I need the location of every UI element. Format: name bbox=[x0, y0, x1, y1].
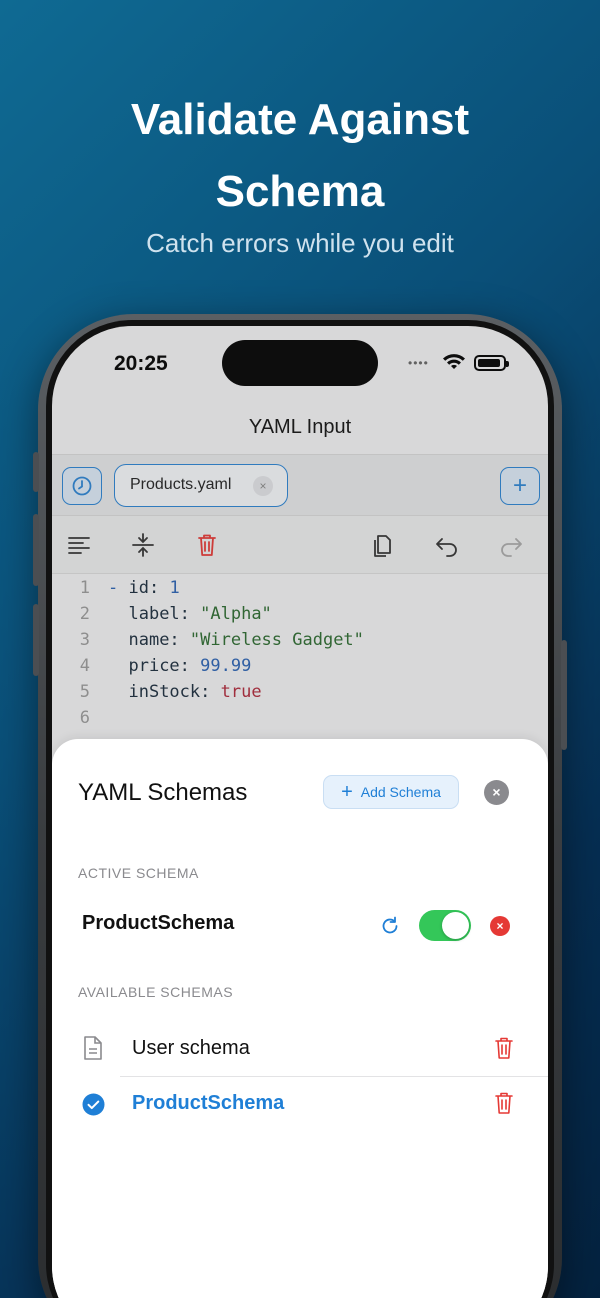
yaml-key: price: bbox=[128, 656, 190, 676]
sheet-title: YAML Schemas bbox=[78, 779, 248, 806]
active-schema-header: ACTIVE SCHEMA bbox=[78, 865, 199, 881]
undo-icon[interactable] bbox=[432, 530, 462, 560]
yaml-value: "Wireless Gadget" bbox=[179, 630, 364, 650]
active-schema-toggle[interactable] bbox=[419, 910, 471, 941]
add-schema-button[interactable]: + Add Schema bbox=[323, 775, 459, 809]
yaml-key: id: bbox=[128, 578, 160, 598]
wifi-icon bbox=[443, 354, 465, 369]
add-schema-label: Add Schema bbox=[360, 784, 441, 800]
available-schemas-header: AVAILABLE SCHEMAS bbox=[78, 984, 234, 1000]
close-sheet-icon[interactable]: × bbox=[484, 780, 509, 805]
yaml-value: 99.99 bbox=[189, 656, 252, 676]
format-icon[interactable] bbox=[64, 530, 94, 560]
phone-power-button bbox=[561, 640, 567, 750]
code-line: 1 - id: 1 bbox=[52, 578, 548, 604]
phone-side-button bbox=[33, 452, 39, 492]
toggle-knob bbox=[442, 912, 469, 939]
promo-headline: Validate Against Schema bbox=[0, 84, 600, 228]
line-number: 5 bbox=[79, 682, 90, 702]
active-schema-name: ProductSchema bbox=[82, 912, 235, 934]
row-divider bbox=[120, 1076, 548, 1077]
yaml-editor[interactable]: 1 - id: 1 2 label: "Alpha" 3 name: "Wire… bbox=[52, 576, 548, 746]
file-tab-bar: Products.yaml × + bbox=[52, 454, 548, 516]
yaml-key: inStock: bbox=[128, 682, 211, 702]
headline-line-1: Validate Against bbox=[130, 95, 470, 144]
schema-row-label: ProductSchema bbox=[132, 1092, 285, 1114]
phone-screen: 20:25 •••• YAML Input Products.yaml × + bbox=[52, 326, 548, 1298]
plus-icon: + bbox=[341, 781, 353, 803]
code-line: 3 name: "Wireless Gadget" bbox=[52, 630, 548, 656]
document-icon bbox=[84, 1036, 102, 1060]
line-number: 3 bbox=[79, 630, 90, 650]
line-number: 6 bbox=[79, 708, 90, 728]
code-line: 6 bbox=[52, 708, 548, 734]
trash-icon[interactable] bbox=[192, 530, 222, 560]
code-line: 4 price: 99.99 bbox=[52, 656, 548, 682]
code-line: 5 inStock: true bbox=[52, 682, 548, 708]
collapse-icon[interactable] bbox=[128, 530, 158, 560]
line-number: 2 bbox=[79, 604, 90, 624]
phone-volume-up bbox=[33, 514, 39, 586]
phone-volume-down bbox=[33, 604, 39, 676]
yaml-value: true bbox=[210, 682, 262, 702]
schemas-sheet: YAML Schemas + Add Schema × ACTIVE SCHEM… bbox=[52, 739, 548, 1298]
cellular-icon: •••• bbox=[408, 356, 429, 370]
line-number: 4 bbox=[79, 656, 90, 676]
yaml-key: name: bbox=[128, 630, 180, 650]
refresh-icon[interactable] bbox=[379, 915, 401, 937]
clock-icon bbox=[72, 476, 92, 496]
editor-toolbar bbox=[52, 516, 548, 574]
checkmark-circle-icon bbox=[82, 1093, 105, 1116]
trash-icon[interactable] bbox=[494, 1091, 514, 1115]
promo-subhead: Catch errors while you edit bbox=[146, 228, 454, 258]
history-button[interactable] bbox=[62, 467, 102, 505]
list-dash: - bbox=[108, 578, 129, 598]
status-bar: 20:25 •••• bbox=[52, 326, 548, 406]
headline-line-2: Schema bbox=[215, 167, 385, 216]
copy-icon[interactable] bbox=[368, 530, 398, 560]
remove-active-schema-icon[interactable]: × bbox=[490, 916, 510, 936]
status-time: 20:25 bbox=[114, 352, 168, 375]
redo-icon[interactable] bbox=[496, 530, 526, 560]
dynamic-island bbox=[222, 340, 378, 386]
file-tab-products[interactable]: Products.yaml × bbox=[114, 464, 288, 507]
yaml-value: 1 bbox=[159, 578, 180, 598]
add-tab-button[interactable]: + bbox=[500, 467, 540, 505]
yaml-value: "Alpha" bbox=[189, 604, 272, 624]
code-line: 2 label: "Alpha" bbox=[52, 604, 548, 630]
nav-title: YAML Input bbox=[248, 416, 352, 438]
battery-icon bbox=[474, 355, 509, 371]
line-number: 1 bbox=[79, 578, 90, 598]
schema-row-label: User schema bbox=[132, 1037, 250, 1059]
file-tab-label: Products.yaml bbox=[130, 476, 232, 493]
trash-icon[interactable] bbox=[494, 1036, 514, 1060]
yaml-key: label: bbox=[128, 604, 190, 624]
close-tab-icon[interactable]: × bbox=[253, 476, 273, 496]
